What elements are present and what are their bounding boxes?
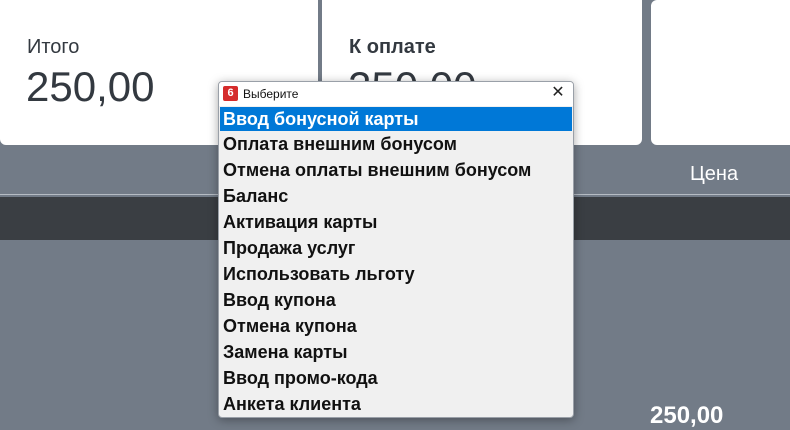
- third-card: [651, 0, 790, 145]
- choose-dialog: 6 Выберите ✕ Ввод бонусной карты Оплата в…: [218, 81, 574, 418]
- option-item[interactable]: Использовать льготу: [219, 261, 573, 287]
- dialog-title: Выберите: [243, 87, 299, 101]
- option-item[interactable]: Оплата внешним бонусом: [219, 131, 573, 157]
- price-column-header: Цена: [690, 163, 739, 185]
- total-label: Итого: [27, 36, 80, 58]
- option-item[interactable]: Баланс: [219, 183, 573, 209]
- option-item[interactable]: Анкета клиента: [219, 391, 573, 417]
- app-icon: 6: [223, 86, 238, 101]
- option-item[interactable]: Активация карты: [219, 209, 573, 235]
- close-icon[interactable]: ✕: [543, 82, 573, 105]
- option-item[interactable]: Отмена оплаты внешним бонусом: [219, 157, 573, 183]
- option-item[interactable]: Ввод купона: [219, 287, 573, 313]
- option-item[interactable]: Продажа услуг: [219, 235, 573, 261]
- option-item[interactable]: Ввод промо-кода: [219, 365, 573, 391]
- option-item[interactable]: Замена карты: [219, 339, 573, 365]
- row-price: 250,00: [650, 402, 724, 429]
- option-list: Ввод бонусной карты Оплата внешним бонусо…: [219, 106, 573, 417]
- dialog-titlebar[interactable]: 6 Выберите ✕: [219, 82, 573, 106]
- option-item[interactable]: Отмена купона: [219, 313, 573, 339]
- to-pay-label: К оплате: [349, 36, 436, 58]
- total-value: 250,00: [26, 63, 155, 110]
- option-item[interactable]: Ввод бонусной карты: [220, 107, 572, 131]
